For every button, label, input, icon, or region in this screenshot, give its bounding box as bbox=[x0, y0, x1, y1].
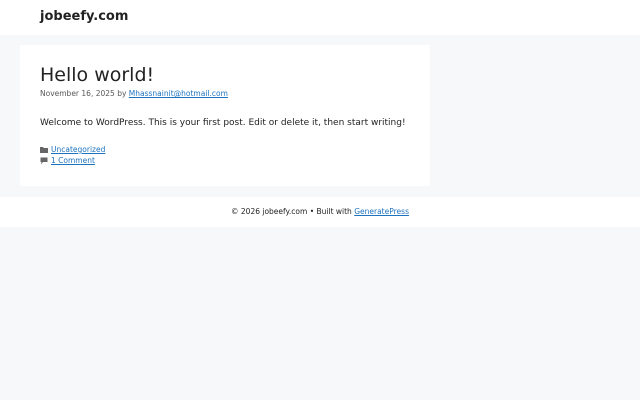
post-meta: November 16, 2025 by Mhassnainit@hotmail… bbox=[40, 89, 228, 99]
footer-credits: © 2026 jobeefy.com • Built with Generate… bbox=[0, 207, 640, 217]
category-link[interactable]: Uncategorized bbox=[51, 144, 105, 155]
site-title-link[interactable]: jobeefy.com bbox=[40, 9, 128, 25]
site-footer: © 2026 jobeefy.com • Built with Generate… bbox=[0, 197, 640, 227]
comment-icon bbox=[40, 156, 51, 165]
post-article: Hello world! November 16, 2025 by Mhassn… bbox=[20, 45, 430, 186]
category-row: Uncategorized bbox=[40, 144, 105, 155]
generatepress-link[interactable]: GeneratePress bbox=[354, 207, 409, 216]
folder-icon bbox=[40, 145, 51, 154]
post-date: November 16, 2025 bbox=[40, 89, 115, 98]
post-content: Welcome to WordPress. This is your first… bbox=[40, 118, 406, 128]
post-by-label: by bbox=[117, 89, 127, 98]
comments-link[interactable]: 1 Comment bbox=[51, 155, 95, 166]
post-footer-links: Uncategorized 1 Comment bbox=[40, 144, 105, 166]
footer-copyright: © 2026 jobeefy.com • Built with bbox=[231, 207, 352, 216]
site-header: jobeefy.com bbox=[0, 0, 640, 35]
post-title: Hello world! bbox=[40, 64, 155, 86]
comments-row: 1 Comment bbox=[40, 155, 105, 166]
post-author-link[interactable]: Mhassnainit@hotmail.com bbox=[129, 89, 228, 98]
